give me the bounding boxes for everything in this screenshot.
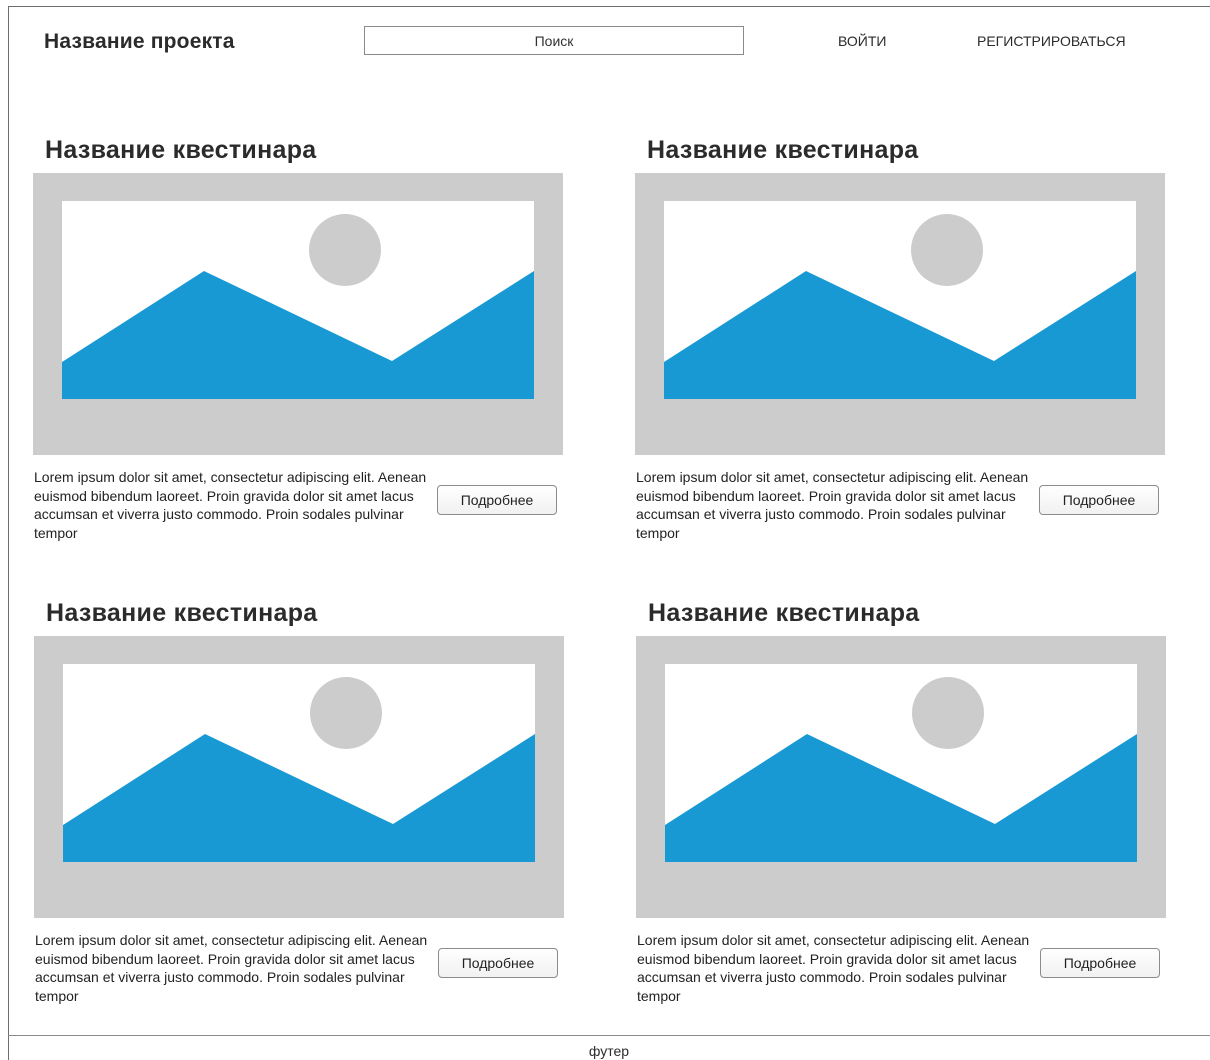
details-button[interactable]: Подробнее xyxy=(1039,485,1159,515)
project-title[interactable]: Название проекта xyxy=(44,30,235,54)
quest-card: Название квестинара Lorem ipsum dolor si… xyxy=(33,136,565,541)
details-button[interactable]: Подробнее xyxy=(437,485,557,515)
image-placeholder-icon xyxy=(665,664,1137,862)
quest-title[interactable]: Название квестинара xyxy=(648,599,919,628)
quest-image[interactable] xyxy=(636,636,1166,918)
quest-image[interactable] xyxy=(635,173,1165,455)
quest-description: Lorem ipsum dolor sit amet, consectetur … xyxy=(34,469,427,541)
quest-description: Lorem ipsum dolor sit amet, consectetur … xyxy=(636,469,1029,541)
search-input[interactable] xyxy=(364,26,744,55)
quest-title[interactable]: Название квестинара xyxy=(46,599,317,628)
quest-description: Lorem ipsum dolor sit amet, consectetur … xyxy=(637,932,1030,1004)
quest-card: Название квестинара Lorem ipsum dolor si… xyxy=(635,136,1167,541)
details-button[interactable]: Подробнее xyxy=(438,948,558,978)
footer-divider xyxy=(8,1035,1210,1036)
footer: футер xyxy=(588,1043,630,1059)
details-button[interactable]: Подробнее xyxy=(1040,948,1160,978)
quest-image[interactable] xyxy=(33,173,563,455)
image-placeholder-icon xyxy=(664,201,1136,399)
login-link[interactable]: ВОЙТИ xyxy=(838,33,886,49)
quest-image[interactable] xyxy=(34,636,564,918)
quest-title[interactable]: Название квестинара xyxy=(647,136,918,165)
quest-description: Lorem ipsum dolor sit amet, consectetur … xyxy=(35,932,428,1004)
quest-card: Название квестинара Lorem ipsum dolor si… xyxy=(34,599,566,1004)
quest-title[interactable]: Название квестинара xyxy=(45,136,316,165)
image-placeholder-icon xyxy=(63,664,535,862)
register-link[interactable]: РЕГИСТРИРОВАТЬСЯ xyxy=(977,33,1126,49)
quest-card: Название квестинара Lorem ipsum dolor si… xyxy=(636,599,1168,1004)
image-placeholder-icon xyxy=(62,201,534,399)
